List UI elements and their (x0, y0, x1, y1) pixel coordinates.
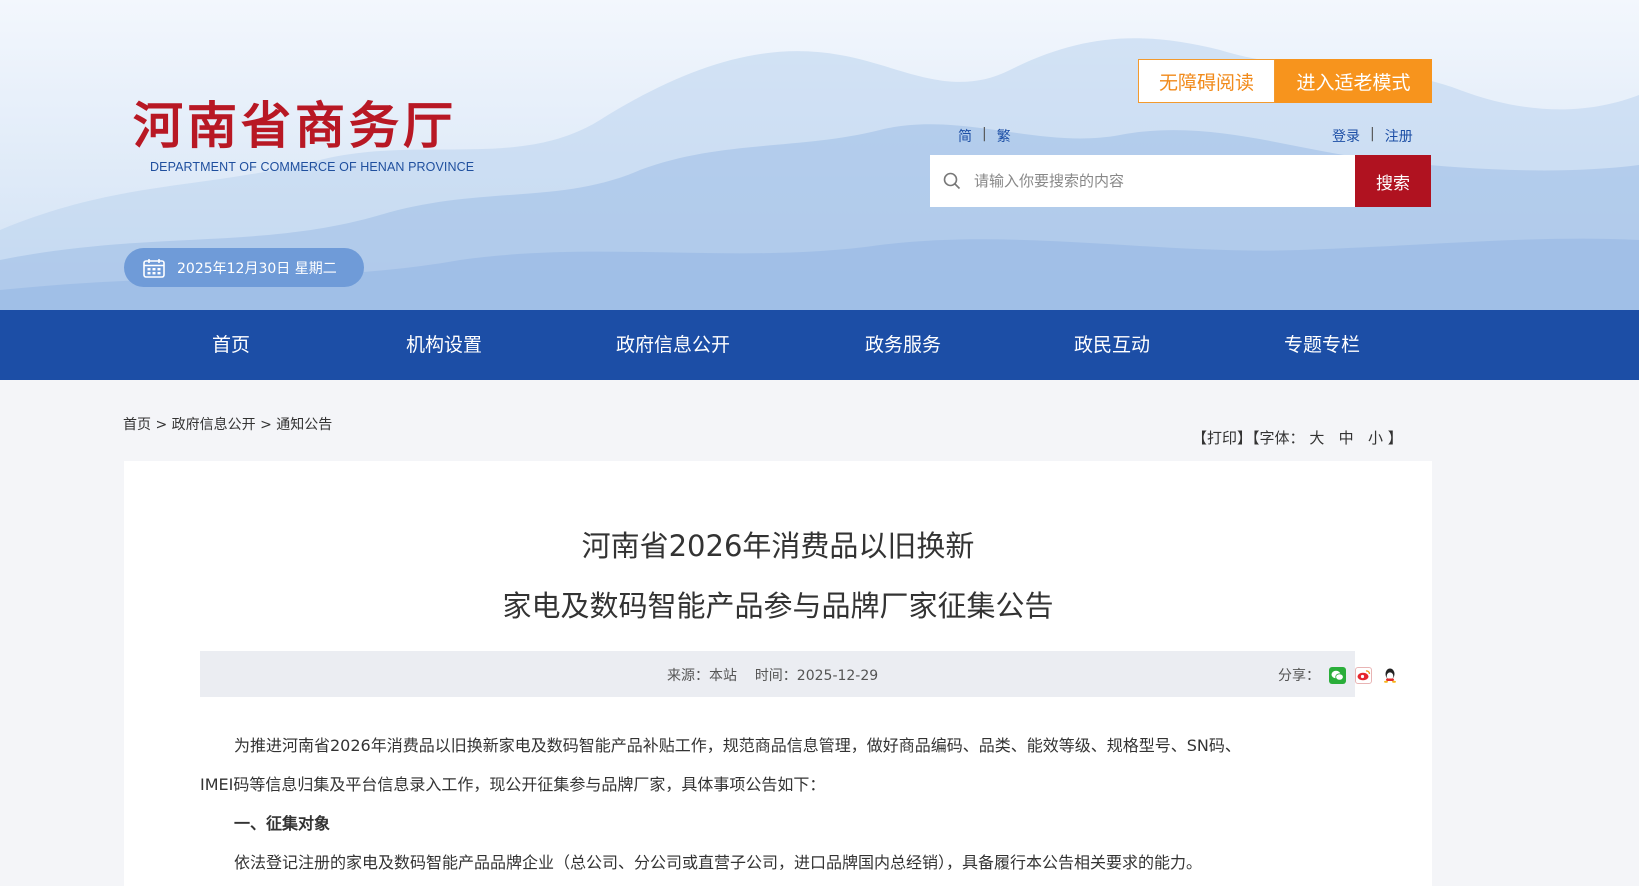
article-source: 来源：本站 (667, 668, 737, 684)
font-medium-button[interactable]: 中 (1339, 429, 1354, 447)
login-link[interactable]: 登录 (1332, 126, 1360, 146)
font-large-button[interactable]: 大 (1309, 429, 1324, 447)
calendar-icon (143, 258, 165, 278)
nav-item-services[interactable]: 政务服务 (865, 310, 941, 380)
nav-item-interaction[interactable]: 政民互动 (1074, 310, 1150, 380)
simplified-chinese-link[interactable]: 简 (958, 126, 972, 146)
site-header: 河南省商务厅 DEPARTMENT OF COMMERCE OF HENAN P… (0, 0, 1639, 310)
article-source-time: 来源：本站 时间：2025-12-29 (667, 665, 878, 685)
main-nav: 首页 机构设置 政府信息公开 政务服务 政民互动 专题专栏 (0, 310, 1639, 380)
font-size-close: 】 (1387, 429, 1403, 447)
article-body: 为推进河南省2026年消费品以旧换新家电及数码智能产品补贴工作，规范商品信息管理… (200, 726, 1355, 882)
article-title-line2: 家电及数码智能产品参与品牌厂家征集公告 (502, 589, 1054, 623)
mode-buttons: 无障碍阅读 进入适老模式 (1138, 59, 1432, 103)
date-display: 2025年12月30日 星期二 (124, 248, 364, 287)
register-link[interactable]: 注册 (1385, 126, 1413, 146)
logo-chinese-name: 河南省商务厅 (133, 96, 457, 155)
share-bar: 分享： (1278, 665, 1398, 685)
article-paragraph-1-line2: IMEI码等信息归集及平台信息录入工作，现公开征集参与品牌厂家，具体事项公告如下… (200, 775, 826, 794)
breadcrumb: 首页 > 政府信息公开 > 通知公告 (123, 414, 332, 434)
site-logo[interactable]: 河南省商务厅 DEPARTMENT OF COMMERCE OF HENAN P… (133, 96, 474, 174)
nav-item-home[interactable]: 首页 (212, 310, 250, 380)
breadcrumb-separator: > (260, 417, 272, 433)
breadcrumb-gov-info[interactable]: 政府信息公开 (172, 417, 256, 433)
nav-item-organization[interactable]: 机构设置 (406, 310, 482, 380)
weibo-share-icon[interactable] (1355, 666, 1372, 684)
logo-english-name: DEPARTMENT OF COMMERCE OF HENAN PROVINCE (150, 160, 475, 174)
article-meta: 来源：本站 时间：2025-12-29 分享： (200, 651, 1398, 697)
qq-share-icon[interactable] (1381, 666, 1398, 684)
search-input[interactable] (974, 155, 1355, 207)
article-tools: 【打印】【字体： 大 中 小 】 (1192, 427, 1403, 448)
nav-item-gov-info[interactable]: 政府信息公开 (616, 310, 730, 380)
lang-separator: | (982, 126, 987, 142)
nav-item-special-topics[interactable]: 专题专栏 (1284, 310, 1360, 380)
article-title-line1: 河南省2026年消费品以旧换新 (581, 529, 975, 563)
current-date: 2025年12月30日 星期二 (177, 260, 337, 277)
print-button[interactable]: 【打印】 (1192, 429, 1252, 447)
font-size-label: 【字体： (1252, 429, 1305, 447)
language-switch: 简 | 繁 (958, 126, 1011, 146)
wechat-share-icon[interactable] (1329, 666, 1346, 684)
font-small-button[interactable]: 小 (1368, 429, 1383, 447)
traditional-chinese-link[interactable]: 繁 (997, 126, 1011, 146)
article-time: 时间：2025-12-29 (754, 668, 879, 684)
elder-mode-button[interactable]: 进入适老模式 (1275, 59, 1432, 103)
breadcrumb-home[interactable]: 首页 (123, 417, 151, 433)
search-button[interactable]: 搜索 (1355, 155, 1431, 207)
share-label: 分享： (1278, 668, 1320, 684)
article-paragraph-1-line1: 为推进河南省2026年消费品以旧换新家电及数码智能产品补贴工作，规范商品信息管理… (234, 736, 1241, 755)
section-heading-1: 一、征集对象 (234, 814, 331, 833)
accessibility-reading-button[interactable]: 无障碍阅读 (1138, 59, 1275, 103)
search-bar: 搜索 (930, 155, 1431, 207)
breadcrumb-separator: > (155, 417, 168, 433)
article-container: 河南省2026年消费品以旧换新 家电及数码智能产品参与品牌厂家征集公告 来源：本… (124, 461, 1432, 886)
search-icon (930, 155, 974, 207)
section-1-text: 依法登记注册的家电及数码智能产品品牌企业（总公司、分公司或直营子公司，进口品牌国… (234, 853, 1203, 872)
auth-separator: | (1370, 126, 1375, 142)
breadcrumb-notices[interactable]: 通知公告 (276, 417, 332, 433)
auth-links: 登录 | 注册 (1332, 126, 1413, 146)
